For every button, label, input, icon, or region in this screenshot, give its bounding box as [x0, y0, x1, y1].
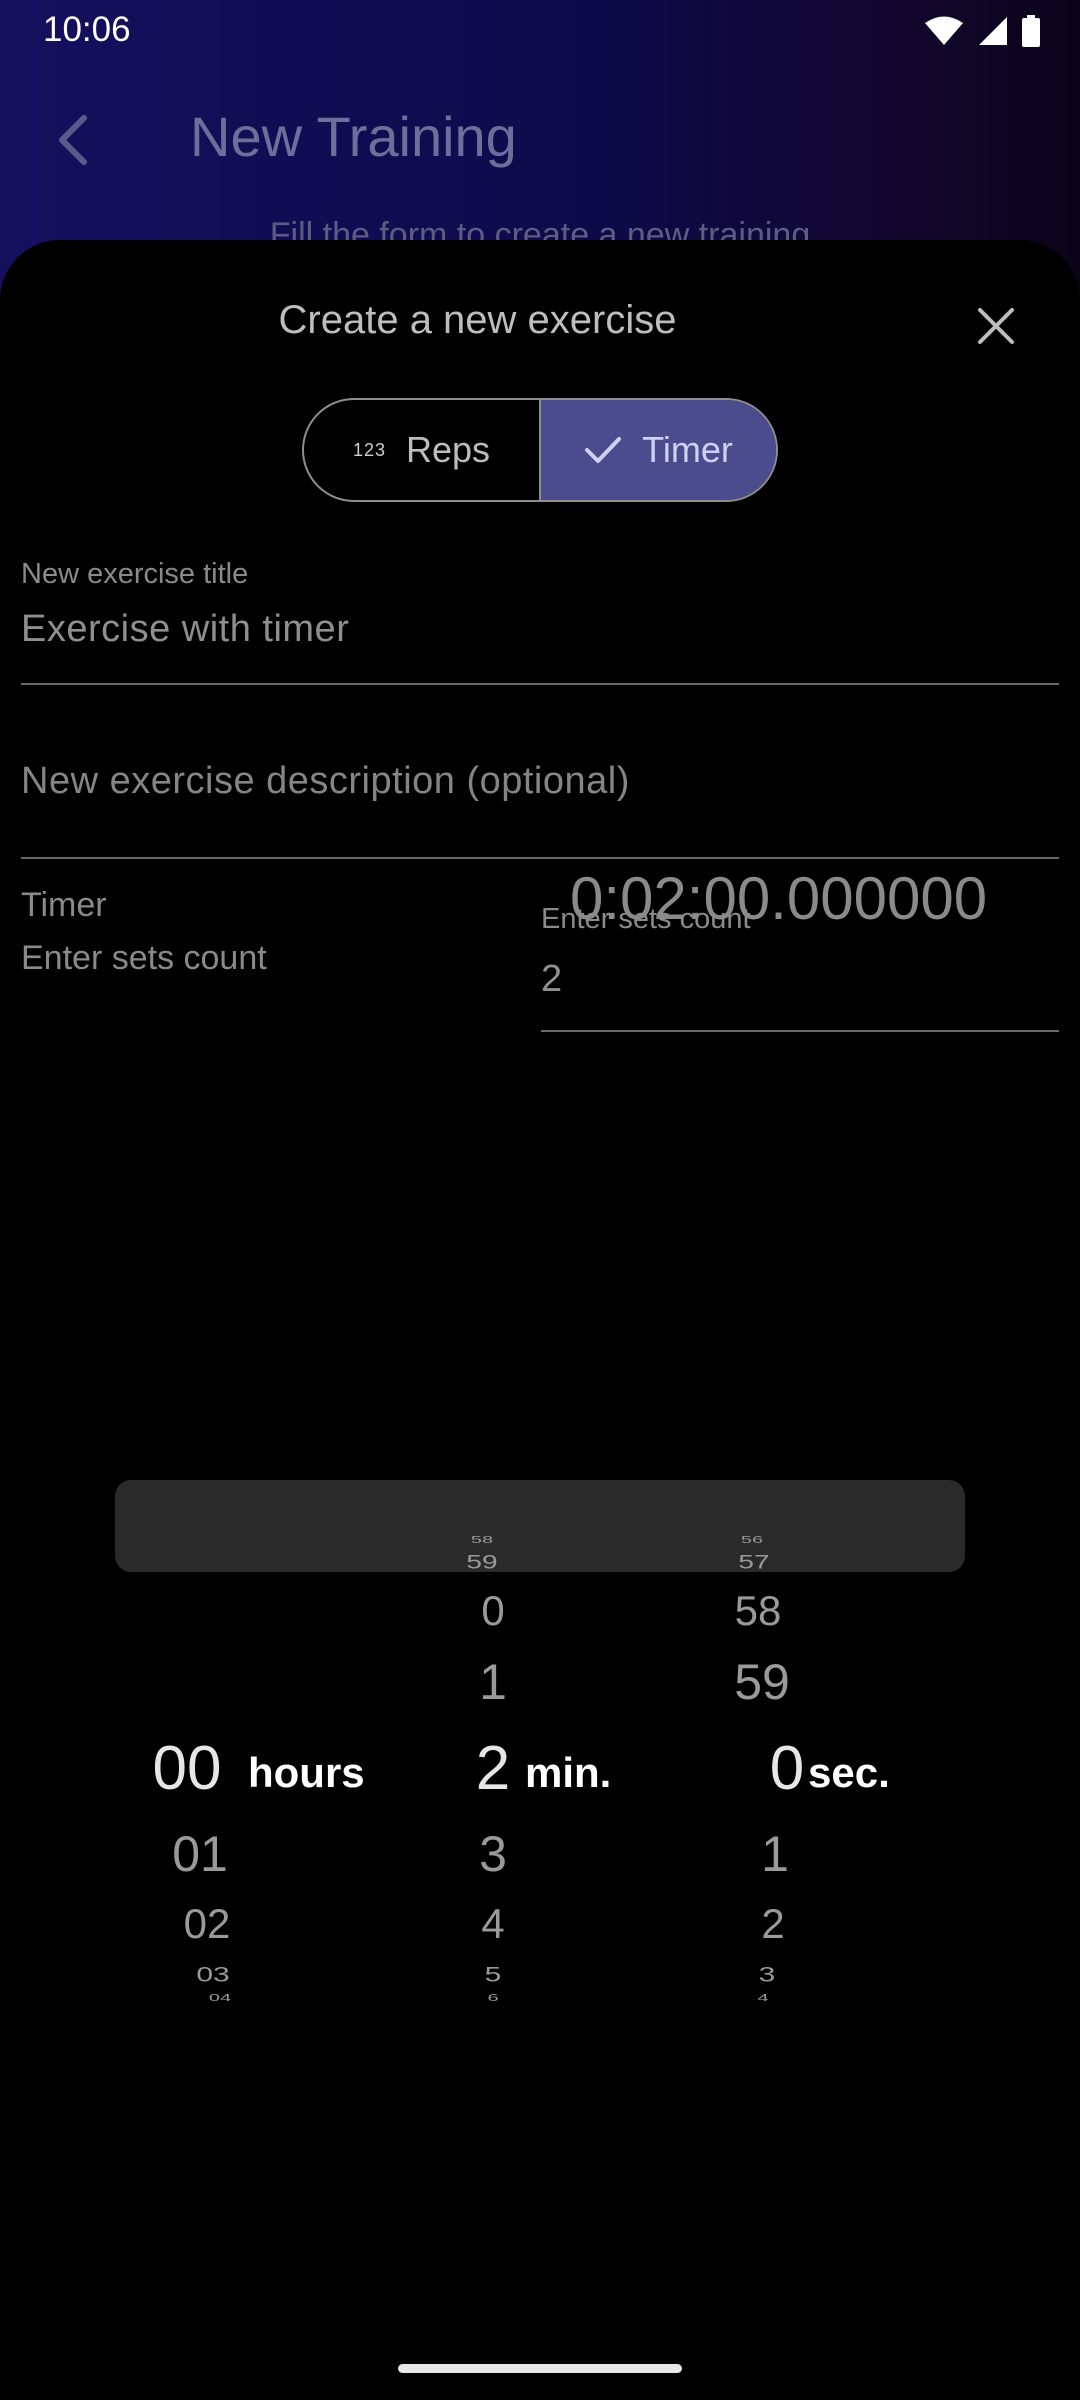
sets-count-value: 2 [541, 958, 563, 1000]
seconds-option: 58 [734, 1587, 782, 1634]
seconds-unit: sec. [808, 1749, 890, 1796]
create-exercise-sheet: Create a new exercise 123 Reps Timer New… [0, 240, 1080, 2400]
hours-selected: 00 [152, 1734, 222, 1803]
exercise-title-underline [21, 683, 1059, 685]
seconds-option: 56 [740, 1534, 764, 1546]
minutes-option: 3 [479, 1826, 507, 1882]
hours-option: 04 [208, 1992, 232, 2004]
sets-count-underline [541, 1030, 1059, 1032]
hours-unit: hours [248, 1749, 365, 1796]
home-indicator[interactable] [398, 2364, 682, 2373]
exercise-description-underline [21, 857, 1059, 859]
hours-option: 02 [183, 1900, 231, 1947]
minutes-selected: 2 [475, 1734, 511, 1803]
timer-label: Timer [642, 429, 733, 470]
status-time: 10:06 [43, 10, 131, 49]
numbers-123-icon: 123 [352, 439, 386, 460]
minutes-option: 6 [487, 1992, 499, 2004]
minutes-unit: min. [525, 1749, 612, 1796]
sets-count-label: Enter sets count [21, 939, 267, 977]
app-header: New Training [0, 90, 1080, 190]
seconds-option: 57 [738, 1550, 770, 1573]
minutes-option: 4 [481, 1900, 505, 1947]
status-icons [924, 14, 1040, 48]
seconds-option: 4 [757, 1992, 769, 2004]
minutes-option: 1 [479, 1654, 507, 1710]
close-icon[interactable] [972, 302, 1020, 350]
status-bar: 10:06 [0, 0, 1080, 62]
timer-value: 0:02:00.000000 [570, 865, 988, 932]
battery-icon [1022, 15, 1040, 47]
reps-label: Reps [406, 429, 491, 470]
seconds-option: 59 [734, 1654, 790, 1710]
minutes-option: 5 [484, 1963, 502, 1987]
minutes-option: 0 [481, 1587, 505, 1634]
timer-segment[interactable]: Timer [541, 400, 776, 500]
minutes-option: 58 [470, 1534, 494, 1546]
seconds-option: 1 [761, 1826, 789, 1882]
check-icon [585, 437, 622, 463]
exercise-title-label: New exercise title [21, 558, 249, 590]
wifi-icon [925, 16, 963, 45]
seconds-option: 3 [758, 1963, 776, 1987]
screen-title: New Training [190, 105, 517, 168]
timer-row-label: Timer [21, 886, 107, 924]
reps-segment[interactable]: 123 Reps [304, 400, 541, 500]
seconds-option: 2 [761, 1900, 785, 1947]
sheet-title: Create a new exercise [278, 298, 677, 342]
minutes-option: 59 [466, 1550, 498, 1573]
cellular-signal-icon [979, 17, 1007, 45]
exercise-title-value: Exercise with timer [21, 608, 350, 650]
hours-option: 03 [196, 1963, 230, 1987]
hours-option: 01 [172, 1826, 228, 1882]
back-arrow-icon[interactable] [52, 112, 96, 168]
exercise-description-placeholder: New exercise description (optional) [21, 760, 630, 802]
exercise-type-toggle: 123 Reps Timer [302, 398, 778, 502]
picker-selection-highlight [115, 1480, 965, 1572]
seconds-selected: 0 [769, 1734, 805, 1803]
